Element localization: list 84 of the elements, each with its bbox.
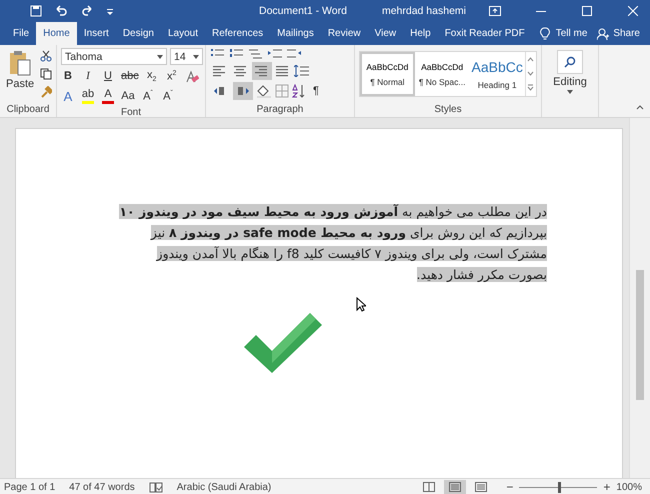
lines-icon: [255, 65, 269, 77]
view-icon: [475, 482, 488, 492]
ribbon-tab[interactable]: Review: [320, 22, 368, 45]
font-format-button[interactable]: B: [61, 68, 75, 85]
align-button[interactable]: [252, 62, 272, 80]
font-name-field[interactable]: Tahoma: [61, 48, 167, 65]
sort-icon[interactable]: [292, 84, 306, 98]
ribbon-tab[interactable]: Help: [403, 22, 438, 45]
dropdown-icon: [193, 54, 199, 58]
font-format-button[interactable]: U: [101, 68, 115, 85]
collapse-ribbon-icon[interactable]: [636, 104, 644, 110]
language-status[interactable]: Arabic (Saudi Arabia): [176, 482, 272, 492]
lightbulb-icon: [540, 26, 550, 40]
ribbon-tab[interactable]: Home: [36, 22, 77, 45]
vertical-scrollbar[interactable]: [629, 118, 650, 478]
user-name[interactable]: mehrdad hashemi: [382, 5, 466, 17]
dropdown-icon: [157, 54, 163, 58]
line-spacing-icon[interactable]: [294, 65, 310, 77]
font-format-button[interactable]: I: [81, 68, 95, 85]
view-button[interactable]: [444, 480, 466, 494]
font-format-button[interactable]: x$_{2}$: [144, 68, 159, 85]
font-format-button[interactable]: abc: [121, 68, 139, 85]
copy-icon[interactable]: [40, 68, 52, 80]
group-label: Styles: [433, 103, 463, 117]
page-count[interactable]: Page 1 of 1: [4, 482, 56, 492]
group-label: Paragraph: [256, 103, 304, 117]
group-label: Clipboard: [6, 103, 50, 117]
ribbon-tab[interactable]: Insert: [76, 22, 116, 45]
outdent-icon[interactable]: [286, 48, 302, 60]
share-button[interactable]: Share: [597, 22, 640, 45]
clear-format-icon[interactable]: [184, 70, 199, 84]
font-format-button[interactable]: A: [61, 88, 75, 105]
search-icon: [564, 56, 576, 68]
zoom-out-button[interactable]: −: [506, 480, 514, 494]
shading-icon[interactable]: [256, 84, 272, 98]
show-marks-button[interactable]: ¶: [309, 82, 323, 100]
word-count[interactable]: 47 of 47 words: [69, 482, 135, 492]
text-direction-button[interactable]: [233, 82, 253, 100]
style-option[interactable]: AaBbCc Heading 1: [470, 52, 525, 96]
lines-icon: [213, 65, 227, 77]
ribbon-tab[interactable]: Mailings: [270, 22, 321, 45]
ribbon-display-icon[interactable]: [489, 6, 501, 16]
numbering-icon[interactable]: [229, 48, 245, 60]
close-icon[interactable]: [628, 6, 638, 16]
lines-icon: [234, 65, 248, 77]
pointer-icon: [356, 297, 366, 312]
zoom-in-button[interactable]: +: [603, 480, 610, 494]
ribbon-tab[interactable]: View: [368, 22, 404, 45]
font-format-button[interactable]: Aa: [121, 88, 135, 105]
view-icon: [449, 482, 462, 492]
scissors-icon[interactable]: [40, 50, 52, 62]
font-format-button[interactable]: A$^{ˆ}$: [141, 88, 155, 105]
ribbon-tab[interactable]: References: [205, 22, 270, 45]
window-title: Document1 - Word: [258, 5, 348, 17]
font-format-button[interactable]: A: [101, 88, 115, 105]
indent-icon[interactable]: [267, 48, 283, 60]
clipboard-icon: [9, 50, 32, 76]
ribbon-tab[interactable]: Layout: [160, 22, 205, 45]
font-size-field[interactable]: 14: [170, 48, 203, 65]
redo-icon[interactable]: [82, 5, 94, 17]
dropdown-icon: [567, 90, 573, 94]
ribbon-tab[interactable]: Design: [116, 22, 161, 45]
ribbon-tab[interactable]: File: [6, 22, 36, 45]
multilevel-icon[interactable]: [248, 48, 264, 60]
group-label: Font: [120, 106, 142, 120]
lines-icon: [276, 65, 290, 77]
document-paragraph[interactable]: در این مطلب می خواهیم به آموزش ورود به محیط سیف مود در ویندوز ۱۰ بپردازیم که این روش برای ورود به محیط safe mode در ویندوز ۸ نیز مشترک است، ولی برای ویندوز ۷ کافیست کلید f8 را هنگام بالا آمدن ویندوز بصورت مکرر فشار دهید.: [119, 201, 547, 285]
maximize-icon[interactable]: [582, 6, 592, 16]
tell-me-field[interactable]: Tell me: [556, 28, 588, 39]
gallery-scroll-icon[interactable]: [527, 57, 534, 91]
proofing-icon[interactable]: [148, 482, 163, 492]
paste-button[interactable]: Paste: [4, 48, 36, 102]
customize-icon[interactable]: [106, 7, 114, 15]
save-icon[interactable]: [30, 5, 42, 17]
view-icon: [423, 482, 436, 492]
font-format-button[interactable]: x$^{2}$: [164, 68, 179, 85]
style-option[interactable]: AaBbCcDd ¶ Normal: [360, 52, 415, 96]
font-format-button[interactable]: A$^{ˇ}$: [161, 88, 175, 105]
person-icon: [597, 28, 610, 40]
ribbon-tab[interactable]: Foxit Reader PDF: [438, 22, 532, 45]
editing-button[interactable]: Editing: [546, 48, 594, 94]
zoom-level[interactable]: 100%: [616, 482, 642, 492]
font-format-button[interactable]: ab: [81, 88, 95, 105]
style-option[interactable]: AaBbCcDd ¶ No Spac...: [414, 52, 470, 96]
